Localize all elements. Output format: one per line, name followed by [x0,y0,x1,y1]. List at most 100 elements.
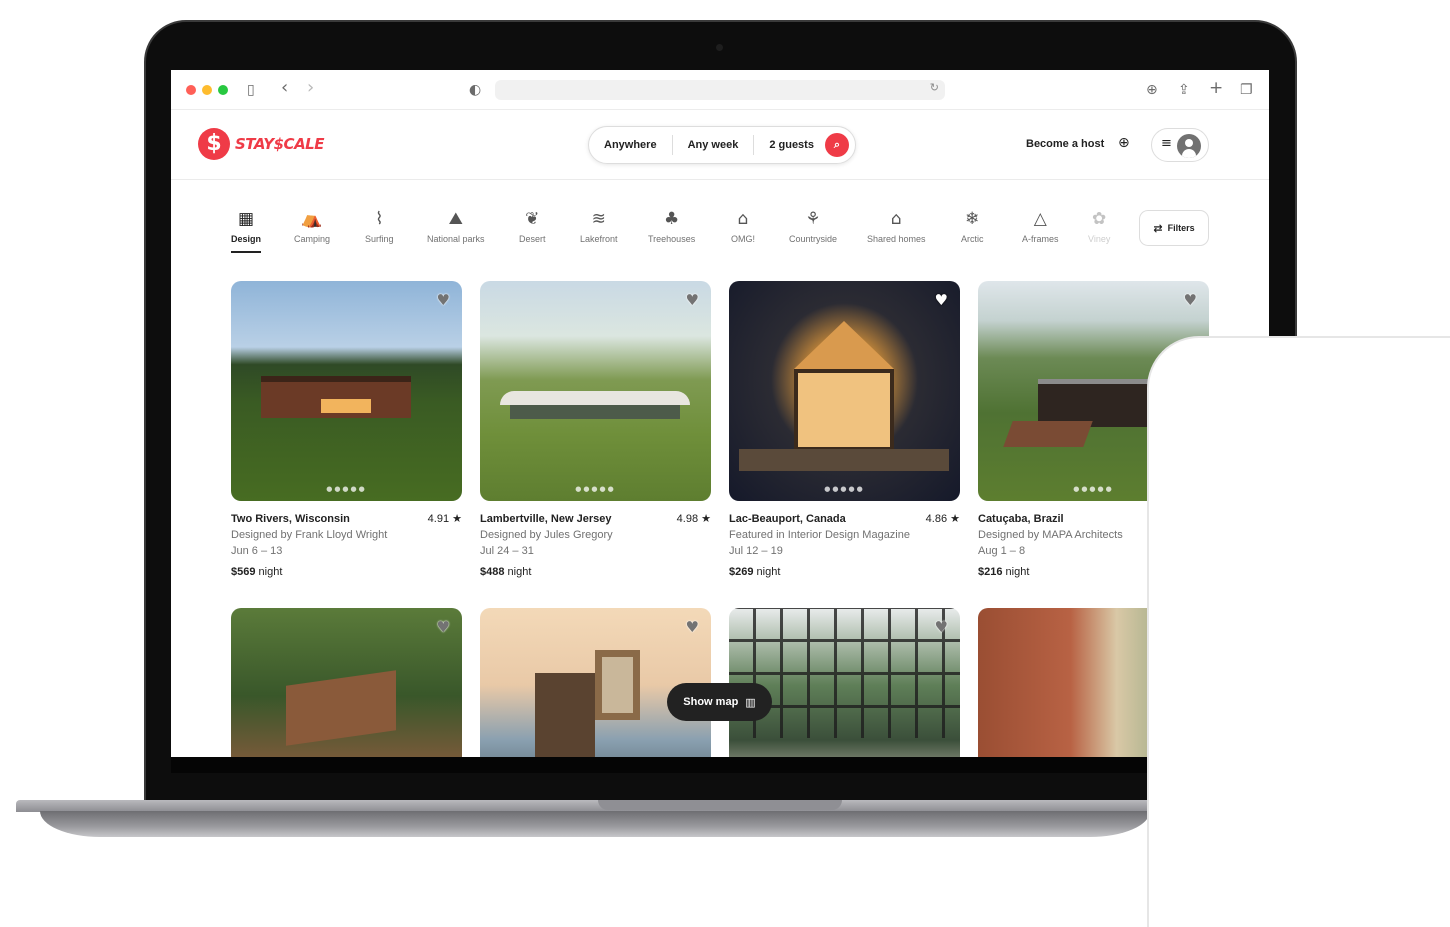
listing-card[interactable]: ♥ ●●●●● Lambertville, New Jersey 4.98 ★ … [480,281,711,580]
globe-icon[interactable]: ⊕ [1118,135,1130,151]
category-omg[interactable]: ⌂ OMG! [731,210,755,244]
listing-rating: 4.98 ★ [676,513,711,525]
category-label: A-frames [1022,234,1059,244]
heart-icon[interactable]: ♥ [935,291,948,309]
category-label: Treehouses [648,234,696,244]
listing-photo[interactable]: ♥ [729,608,960,757]
category-vineyards[interactable]: ✿ Viney [1088,210,1110,244]
user-menu-button[interactable]: ≡ [1151,128,1209,162]
category-label: Viney [1088,234,1111,244]
category-label: Camping [294,234,331,244]
logo-mark: $ [198,128,230,160]
zoom-window-button[interactable] [218,85,228,95]
heart-icon[interactable]: ♥ [437,618,450,636]
privacy-shield-icon[interactable]: ◐ [469,80,481,100]
listing-card[interactable]: ♥ ●●●●● Two Rivers, Wisconsin 4.91 ★ Des… [231,281,462,580]
listing-photo[interactable]: ♥ ●●●●● [729,281,960,501]
heart-icon[interactable]: ♥ [935,618,948,636]
logo-text: STAY$CALE [235,135,324,153]
listing-photo[interactable]: ♥ ●●●●● [231,281,462,501]
category-label: Lakefront [580,234,618,244]
snowflake-icon: ❄ [965,209,980,229]
cactus-icon: ❦ [525,209,540,229]
listing-price: $569 night [231,566,283,578]
listing-dates: Jun 6 – 13 [231,545,283,557]
listing-price: $488 night [480,566,532,578]
listing-subtitle: Designed by Jules Gregory [480,529,613,541]
category-label: Arctic [961,234,984,244]
minimize-window-button[interactable] [202,85,212,95]
become-host-link[interactable]: Become a host [1026,138,1104,150]
heart-icon[interactable]: ♥ [686,291,699,309]
carousel-dots[interactable]: ●●●●● [231,485,462,493]
heart-icon[interactable]: ♥ [437,291,450,309]
category-design[interactable]: ▦ Design [231,209,262,253]
site-header: $ STAY$CALE Anywhere Any week 2 guests ⌕… [171,110,1269,180]
listing-card[interactable]: ♥ [480,608,711,757]
category-label: Desert [519,234,546,244]
listing-card[interactable]: ♥ [231,608,462,757]
listing-dates: Jul 24 – 31 [480,545,534,557]
category-camping[interactable]: ⛺ Camping [294,210,330,244]
logo[interactable]: $ STAY$CALE [198,128,324,160]
listing-rating: 4.91 ★ [427,513,462,525]
listing-card[interactable]: ♥ ●●●●● Lac-Beauport, Canada 4.86 ★ Feat… [729,281,960,580]
listing-subtitle: Featured in Interior Design Magazine [729,529,910,541]
category-label: OMG! [731,234,755,244]
category-shared-homes[interactable]: ⌂ Shared homes [867,210,926,244]
search-guests[interactable]: 2 guests [753,135,829,155]
show-map-button[interactable]: Show map ▥ [667,683,772,721]
listing-card[interactable]: ♥ [729,608,960,757]
sidebar-toggle-icon[interactable]: ▯ [247,80,255,100]
back-icon[interactable]: ‹ [281,78,288,98]
mountain-icon: ⛰ [448,209,463,229]
listing-price: $269 night [729,566,781,578]
sliders-icon: ⇄ [1153,221,1163,235]
close-window-button[interactable] [186,85,196,95]
camping-icon: ⛺ [301,209,323,229]
carousel-dots[interactable]: ●●●●● [480,485,711,493]
tab-overview-icon[interactable]: ❐ [1240,80,1253,100]
listing-photo[interactable]: ♥ ●●●●● [480,281,711,501]
listing-photo[interactable]: ♥ [231,608,462,757]
camera-icon [716,44,723,51]
search-where[interactable]: Anywhere [589,135,672,155]
show-map-label: Show map [683,696,739,708]
category-label: Design [231,234,262,244]
download-icon[interactable]: ⊕ [1146,80,1158,100]
forward-icon[interactable]: › [307,78,314,98]
new-tab-icon[interactable]: + [1209,78,1223,98]
listing-rating: 4.86 ★ [925,513,960,525]
treehouse-icon: ♣ [663,209,680,229]
address-bar[interactable]: ↻ [495,80,945,100]
laptop-chin [171,757,1269,773]
category-desert[interactable]: ❦ Desert [519,210,546,244]
share-icon[interactable]: ⇪ [1178,80,1190,100]
category-arctic[interactable]: ❄ Arctic [961,210,984,244]
hamburger-icon: ≡ [1161,136,1172,151]
design-icon: ▦ [237,209,255,229]
ufo-house-icon: ⌂ [737,209,749,229]
heart-icon[interactable]: ♥ [686,618,699,636]
a-frame-icon: △ [1033,209,1047,229]
shared-home-icon: ⌂ [890,209,902,229]
category-surfing[interactable]: ⌇ Surfing [365,210,394,244]
screen: ▯ ‹ › ◐ ↻ ⊕ ⇪ + ❐ $ STAY$CALE Anywhere A… [171,70,1269,757]
listing-photo[interactable]: ♥ [480,608,711,757]
search-icon[interactable]: ⌕ [825,133,849,157]
search-when[interactable]: Any week [671,135,754,155]
category-treehouses[interactable]: ♣ Treehouses [648,210,695,244]
category-countryside[interactable]: ⚘ Countryside [789,210,837,244]
reload-icon[interactable]: ↻ [930,81,939,94]
filters-button[interactable]: ⇄ Filters [1139,210,1209,246]
carousel-dots[interactable]: ●●●●● [729,485,960,493]
listing-subtitle: Designed by Frank Lloyd Wright [231,529,388,541]
category-national-parks[interactable]: ⛰ National parks [427,210,485,244]
category-a-frames[interactable]: △ A-frames [1022,210,1059,244]
search-bar[interactable]: Anywhere Any week 2 guests ⌕ [588,126,856,164]
map-icon: ▥ [745,695,756,709]
category-bar: ▦ Design ⛺ Camping ⌇ Surfing ⛰ National … [171,180,1269,270]
filters-label: Filters [1167,223,1195,233]
heart-icon[interactable]: ♥ [1184,291,1197,309]
category-lakefront[interactable]: ≋ Lakefront [580,210,618,244]
